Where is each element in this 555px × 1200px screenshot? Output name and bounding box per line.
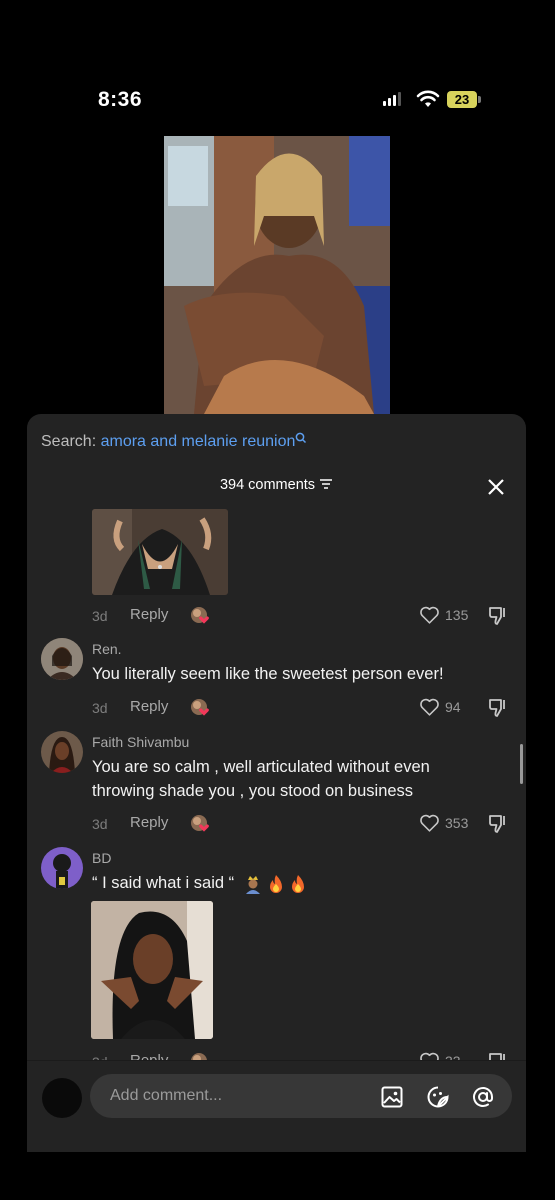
avatar-image bbox=[41, 731, 83, 773]
avatar[interactable] bbox=[41, 847, 83, 889]
heart-icon bbox=[420, 814, 439, 832]
comments-count-header: 394 comments bbox=[27, 477, 526, 493]
comment-text-line-2: throwing shade you , you stood on busine… bbox=[92, 782, 414, 800]
comment-text-line-1: You are so calm , well articulated witho… bbox=[92, 758, 430, 776]
comment-image bbox=[92, 509, 228, 595]
search-icon bbox=[296, 432, 307, 444]
status-bar: 8:36 23 bbox=[0, 0, 555, 120]
comment-input[interactable]: Add comment... bbox=[90, 1074, 512, 1118]
comment-meta: 3d Reply bbox=[92, 606, 232, 626]
reply-button[interactable]: Reply bbox=[130, 606, 168, 623]
heart-icon bbox=[420, 698, 439, 716]
creator-liked-icon bbox=[191, 607, 209, 624]
status-time: 8:36 bbox=[98, 88, 143, 111]
reply-button[interactable]: Reply bbox=[130, 814, 168, 831]
fire-emoji-icon bbox=[269, 874, 282, 893]
wifi-icon bbox=[416, 90, 440, 107]
comment-text-row: “ I said what i said “ bbox=[92, 871, 307, 895]
comment-text: “ I said what i said “ bbox=[92, 874, 235, 892]
comment-username[interactable]: Faith Shivambu bbox=[92, 734, 189, 750]
avatar-image bbox=[41, 638, 83, 680]
comment-text: You literally seem like the sweetest per… bbox=[92, 665, 444, 683]
like-count: 94 bbox=[445, 699, 461, 715]
image-icon[interactable] bbox=[380, 1085, 404, 1109]
comment-meta: 3d Reply bbox=[92, 698, 232, 718]
comments-sheet: Search: amora and melanie reunion 394 co… bbox=[27, 414, 526, 1152]
battery-indicator: 23 bbox=[447, 91, 477, 108]
video-frame-image bbox=[164, 136, 390, 414]
sort-filter-icon[interactable] bbox=[319, 478, 333, 490]
dislike-icon[interactable] bbox=[487, 697, 509, 719]
dislike-icon[interactable] bbox=[487, 605, 509, 627]
sticker-icon[interactable] bbox=[426, 1085, 450, 1109]
cellular-signal-icon bbox=[383, 92, 401, 106]
creator-liked-icon bbox=[191, 699, 209, 716]
search-prefix: Search: bbox=[41, 433, 101, 450]
like-button[interactable]: 353 bbox=[419, 813, 479, 835]
scrollbar[interactable] bbox=[520, 744, 523, 784]
like-count: 135 bbox=[445, 607, 469, 623]
current-user-avatar bbox=[42, 1078, 82, 1118]
mention-icon[interactable] bbox=[471, 1085, 495, 1109]
comment-age: 3d bbox=[92, 700, 108, 716]
avatar-image bbox=[41, 847, 83, 889]
reply-button[interactable]: Reply bbox=[130, 698, 168, 715]
avatar[interactable] bbox=[41, 731, 83, 773]
like-count: 353 bbox=[445, 815, 469, 831]
creator-liked-icon bbox=[191, 815, 209, 832]
close-icon[interactable] bbox=[485, 476, 507, 498]
search-suggestion[interactable]: Search: amora and melanie reunion bbox=[41, 432, 307, 451]
comment-username[interactable]: BD bbox=[92, 850, 111, 866]
comment-username[interactable]: Ren. bbox=[92, 641, 122, 657]
battery-tip bbox=[478, 96, 481, 103]
comment-image-attachment[interactable] bbox=[92, 509, 228, 595]
video-player[interactable] bbox=[164, 136, 390, 414]
comment-composer: Add comment... bbox=[27, 1060, 526, 1152]
comment-age: 3d bbox=[92, 608, 108, 624]
heart-icon bbox=[420, 606, 439, 624]
avatar[interactable] bbox=[41, 638, 83, 680]
fire-emoji-icon bbox=[291, 874, 304, 893]
comment-age: 3d bbox=[92, 816, 108, 832]
dislike-icon[interactable] bbox=[487, 813, 509, 835]
comment-image bbox=[91, 901, 213, 1039]
like-button[interactable]: 135 bbox=[419, 605, 479, 627]
search-query-link[interactable]: amora and melanie reunion bbox=[101, 433, 296, 450]
comment-meta: 3d Reply bbox=[92, 814, 232, 834]
like-button[interactable]: 94 bbox=[419, 697, 479, 719]
comments-count: 394 comments bbox=[219, 477, 316, 493]
person-with-crown-emoji-icon bbox=[245, 875, 260, 894]
comment-image-attachment[interactable] bbox=[91, 901, 213, 1039]
comment-input-placeholder: Add comment... bbox=[110, 1087, 223, 1104]
